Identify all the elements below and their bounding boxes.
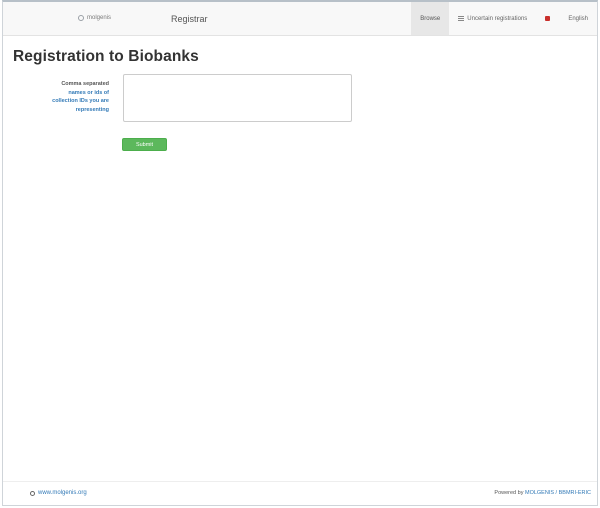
logo[interactable]: molgenis <box>78 15 111 21</box>
nav-item-browse[interactable]: Browse <box>411 2 450 35</box>
footer-credit-link[interactable]: MOLGENIS / BBMRI-ERIC <box>525 490 591 496</box>
collections-textarea[interactable] <box>123 74 352 122</box>
collections-field-label: Comma separated names or ids of collecti… <box>20 80 109 114</box>
logo-icon <box>78 15 84 21</box>
label-line: representing <box>75 106 109 113</box>
footer: www.molgenis.org Powered by MOLGENIS / B… <box>3 481 597 505</box>
footer-credits: Powered by MOLGENIS / BBMRI-ERIC <box>494 490 591 496</box>
nav-item-label: Uncertain registrations <box>467 15 528 22</box>
app-title[interactable]: Registrar <box>171 14 208 24</box>
list-icon <box>458 16 465 21</box>
globe-icon <box>30 490 35 496</box>
label-line: Comma separated <box>61 81 109 87</box>
nav-item-language[interactable]: English <box>559 2 597 35</box>
label-line: collection IDs you are <box>52 98 109 104</box>
nav-menu: Browse Uncertain registrations English <box>411 2 597 35</box>
flag-icon <box>545 16 551 21</box>
label-line: names or ids of <box>68 89 109 96</box>
language-flag[interactable] <box>536 2 559 35</box>
footer-link-text: www.molgenis.org <box>38 490 87 496</box>
logo-text: molgenis <box>87 15 112 21</box>
submit-button[interactable]: Submit <box>122 138 167 151</box>
footer-link[interactable]: www.molgenis.org <box>30 490 87 496</box>
footer-prefix: Powered by <box>494 490 525 496</box>
top-navbar: molgenis Registrar Browse Uncertain regi… <box>3 2 597 36</box>
nav-item-uncertain-registrations[interactable]: Uncertain registrations <box>449 2 536 35</box>
page-title: Registration to Biobanks <box>13 48 199 65</box>
